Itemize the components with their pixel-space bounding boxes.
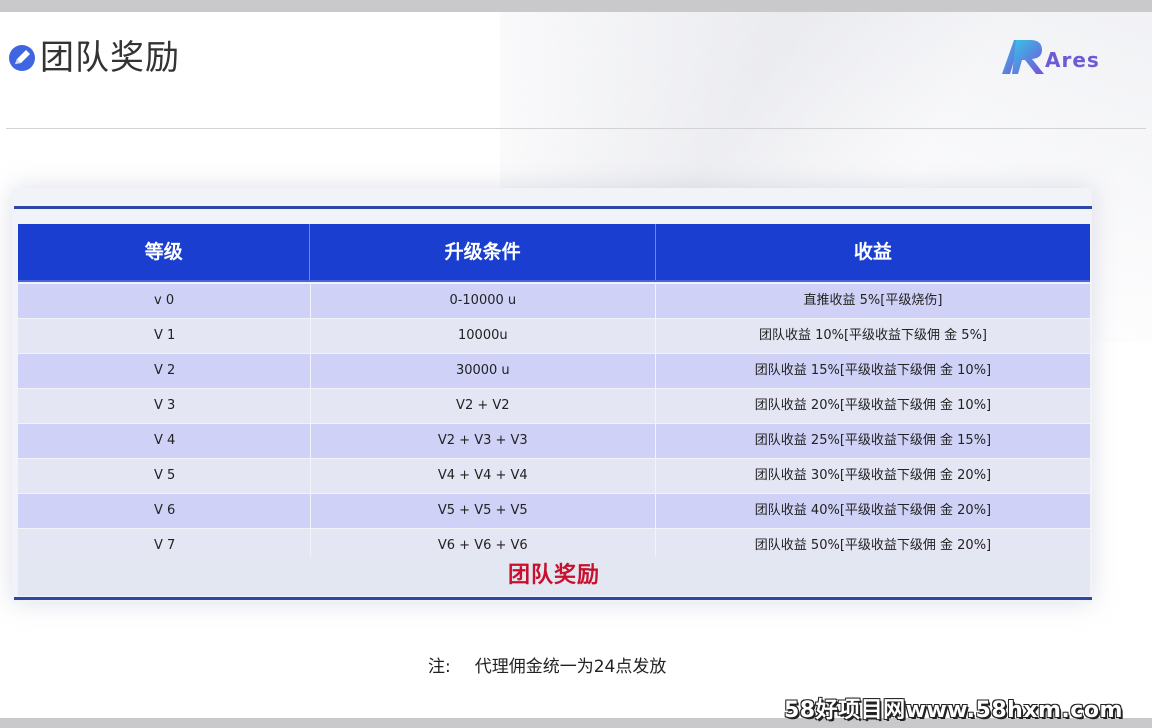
footnote: 注: 代理佣金统一为24点发放 [428,655,666,679]
cell-reward: 团队收益 10%[平级收益下级佣 金 5%] [758,328,987,343]
cell-level: V 2 [18,354,311,388]
header-divider [6,128,1146,129]
cell-reward: 团队收益 25%[平级收益下级佣 金 15%] [754,433,992,448]
table-row: V 1 10000u 团队收益 10%[平级收益下级佣 金 5%] [18,319,1090,353]
page-title: 团队奖励 [40,38,180,78]
cell-reward: 团队收益 40%[平级收益下级佣 金 20%] [754,503,992,518]
table-body: v 0 0-10000 u 直推收益 5%[平级烧伤] V 1 10000u 团… [18,284,1090,564]
footnote-text: 代理佣金统一为24点发放 [474,657,667,677]
site-watermark: 58好项目网www.58hxm.com [784,698,1123,723]
footnote-label: 注: [428,657,451,677]
cell-level: V 5 [18,459,311,493]
table-header: 等级 升级条件 收益 [18,224,1090,282]
column-header-level: 等级 [18,224,311,280]
card-bottom-border [14,597,1092,600]
card-top-border [14,206,1092,209]
table-row: V 4 V2 + V3 + V3 团队收益 25%[平级收益下级佣 金 15%] [18,424,1090,458]
pencil-badge-icon [9,45,35,71]
cell-level: V 1 [18,319,311,353]
table-row: V 3 V2 + V2 团队收益 20%[平级收益下级佣 金 10%] [18,389,1090,423]
cell-level: v 0 [18,284,311,318]
cell-condition: 30000 u [311,354,656,388]
cell-reward: 团队收益 15%[平级收益下级佣 金 10%] [754,363,992,378]
cell-condition: 10000u [311,319,656,353]
cell-condition: V2 + V3 + V3 [311,424,656,458]
table-row: V 6 V5 + V5 + V5 团队收益 40%[平级收益下级佣 金 20%] [18,494,1090,528]
cell-condition: 0-10000 u [311,284,656,318]
cell-level: V 3 [18,389,311,423]
table-row: V 2 30000 u 团队收益 15%[平级收益下级佣 金 10%] [18,354,1090,388]
table-row: V 5 V4 + V4 + V4 团队收益 30%[平级收益下级佣 金 20%] [18,459,1090,493]
cell-reward: 直推收益 5%[平级烧伤] [803,293,943,308]
table-footer-title: 团队奖励 [507,563,600,588]
cell-condition: V4 + V4 + V4 [311,459,656,493]
table-row: v 0 0-10000 u 直推收益 5%[平级烧伤] [18,284,1090,318]
top-frame-bar [0,0,1152,12]
cell-level: V 6 [18,494,311,528]
cell-level: V 4 [18,424,311,458]
cell-reward: 团队收益 20%[平级收益下级佣 金 10%] [754,398,992,413]
logo-text: Ares [1045,48,1100,72]
cell-reward: 团队收益 30%[平级收益下级佣 金 20%] [754,468,992,483]
table-footer: 团队奖励 [18,556,1090,596]
column-header-reward: 收益 [853,241,892,263]
cell-condition: V5 + V5 + V5 [311,494,656,528]
column-header-condition: 升级条件 [310,224,656,280]
cell-condition: V2 + V2 [311,389,656,423]
